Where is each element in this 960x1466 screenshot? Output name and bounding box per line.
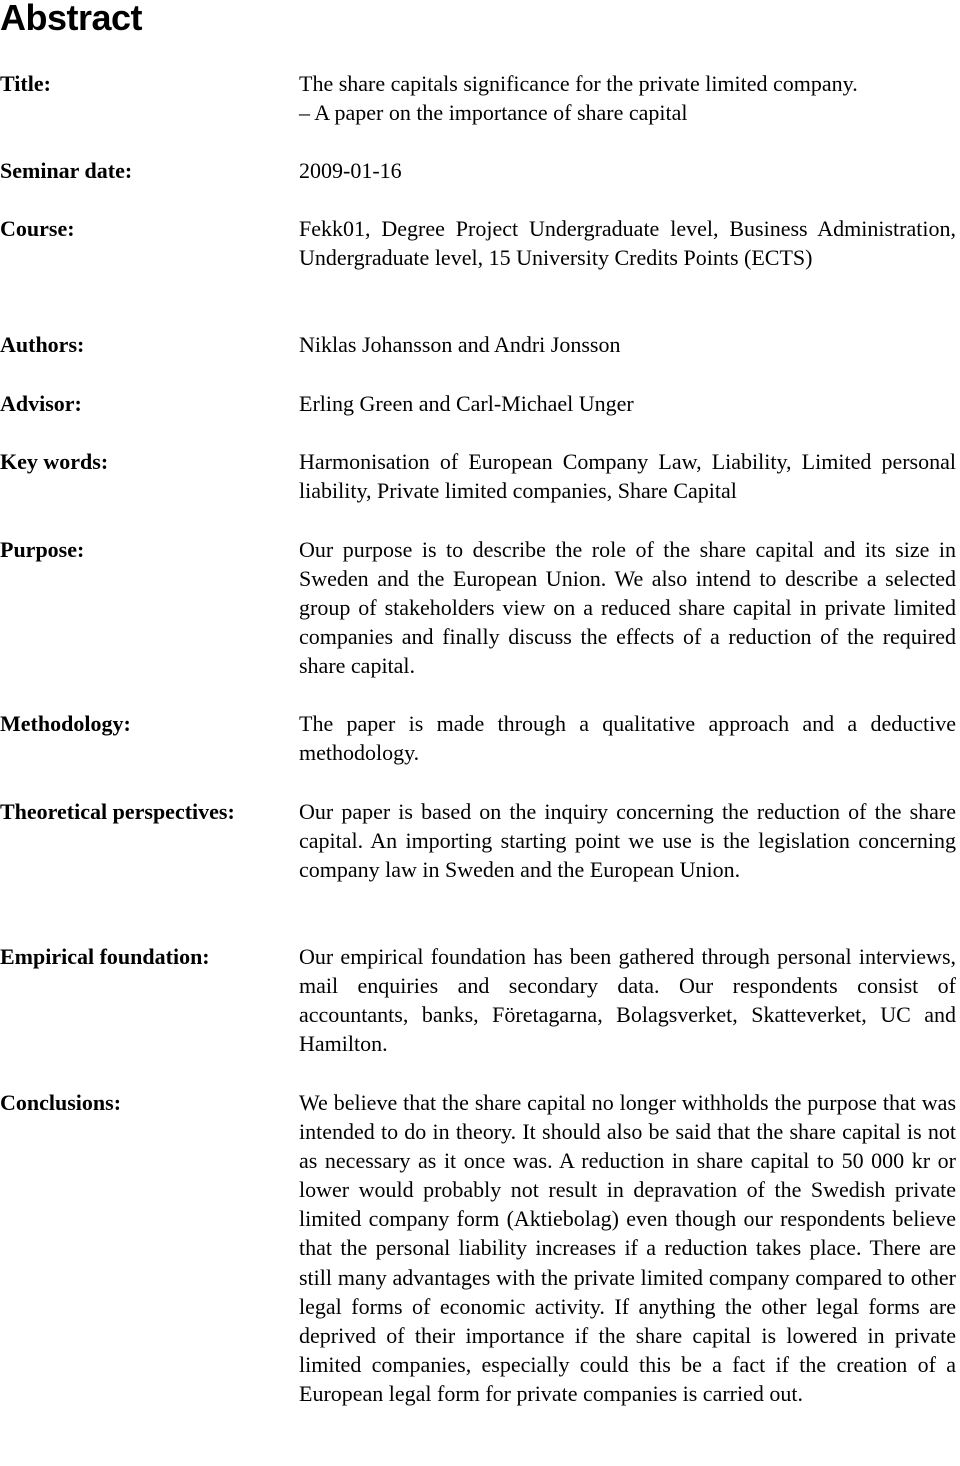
conclusions-label: Conclusions:	[0, 1090, 122, 1115]
empirical-foundation-value: Our empirical foundation has been gather…	[299, 944, 956, 1057]
title-main: The share capitals significance for the …	[299, 71, 858, 96]
course-value: Fekk01, Degree Project Undergraduate lev…	[299, 216, 956, 271]
key-words-value: Harmonisation of European Company Law, L…	[299, 449, 956, 504]
theoretical-perspectives-value: Our paper is based on the inquiry concer…	[299, 799, 956, 883]
purpose-label: Purpose:	[0, 537, 85, 562]
theoretical-perspectives-label: Theoretical perspectives:	[0, 799, 235, 824]
purpose-value: Our purpose is to describe the role of t…	[299, 537, 956, 679]
methodology-label: Methodology:	[0, 711, 131, 736]
advisor-value: Erling Green and Carl-Michael Unger	[299, 391, 634, 416]
methodology-value: The paper is made through a qualitative …	[299, 711, 956, 766]
seminar-date-label: Seminar date:	[0, 158, 133, 183]
empirical-foundation-label: Empirical foundation:	[0, 944, 210, 969]
key-words-label: Key words:	[0, 449, 109, 474]
title-value: The share capitals significance for the …	[299, 69, 956, 127]
authors-value: Niklas Johansson and Andri Jonsson	[299, 332, 621, 357]
advisor-label: Advisor:	[0, 391, 82, 416]
authors-label: Authors:	[0, 332, 85, 357]
conclusions-value: We believe that the share capital no lon…	[299, 1090, 956, 1406]
page-heading: Abstract	[0, 0, 143, 38]
title-subtitle: – A paper on the importance of share cap…	[299, 100, 688, 126]
course-label: Course:	[0, 216, 75, 241]
seminar-date-value: 2009-01-16	[299, 158, 402, 183]
title-label: Title:	[0, 71, 51, 96]
